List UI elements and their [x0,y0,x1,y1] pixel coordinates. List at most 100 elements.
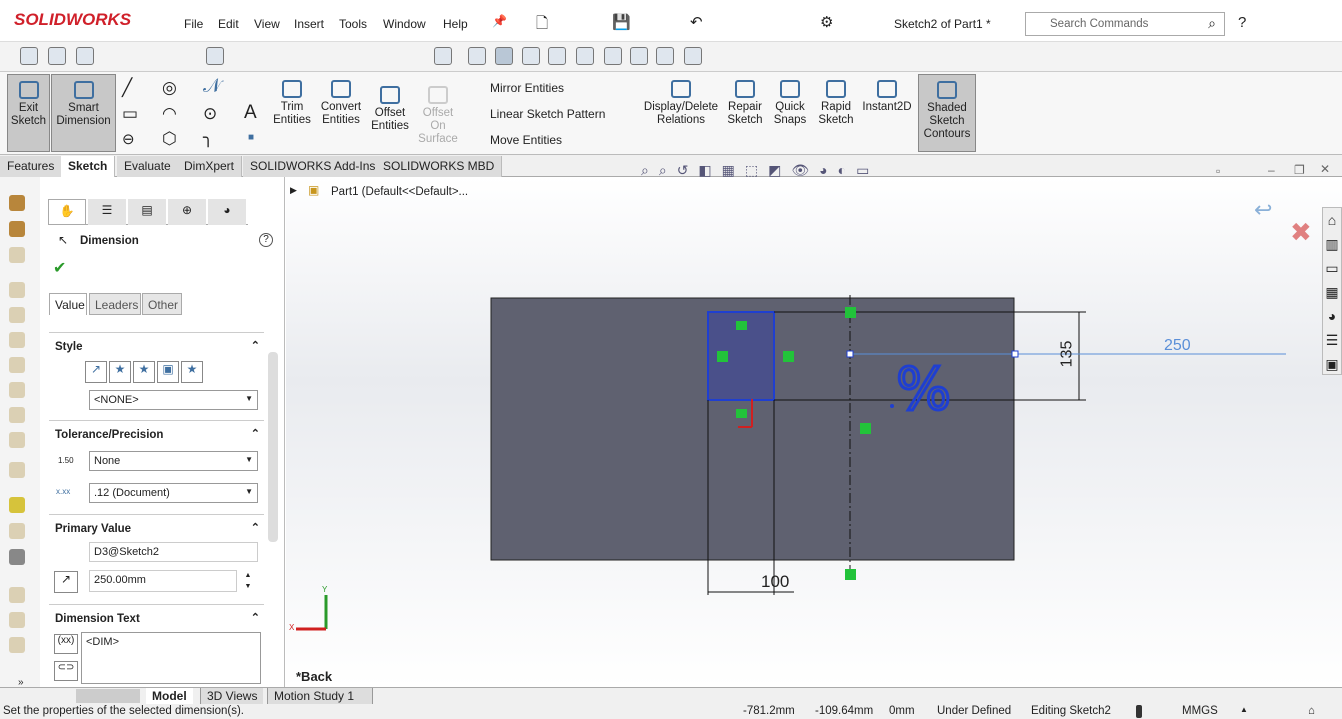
save-style-icon[interactable]: ▣ [157,361,179,383]
close-icon[interactable]: ✕ [1320,162,1330,176]
tab-3d-views[interactable]: 3D Views [200,688,264,704]
exit-sketch-button[interactable]: Exit Sketch [7,74,50,152]
tab-mbd[interactable]: SOLIDWORKS MBD [376,156,503,177]
inspection-dimension-icon[interactable]: ⊂⊃ [54,661,78,681]
draft-icon[interactable] [9,612,25,628]
dimension-value-input[interactable]: 250.00mm [89,570,237,592]
feature-tree-tab[interactable]: ☰ [88,199,126,225]
menu-insert[interactable]: Insert [294,17,324,31]
add-parentheses-icon[interactable]: (xx) [54,634,78,654]
primary-value-section-header[interactable]: Primary Value ⌃ [49,514,264,535]
offset-entities-button[interactable]: Offset Entities [369,84,411,133]
select-icon[interactable] [48,47,66,65]
panel-scrollbar[interactable] [268,352,278,542]
options-gear-icon[interactable]: ⚙ [820,13,833,31]
dimxpert-tab[interactable]: ⊕ [168,199,206,225]
boundary-icon[interactable] [9,357,25,373]
mirror-entities-button[interactable]: Mirror Entities [490,81,564,95]
shell-icon[interactable] [9,523,25,539]
menu-file[interactable]: File [184,17,203,31]
subtab-value[interactable]: Value [49,293,87,315]
configuration-tab[interactable]: ▤ [128,199,166,225]
zoom-icon[interactable] [20,47,38,65]
normal-to-icon[interactable] [434,47,452,65]
sketch-canvas[interactable]: % [286,177,1342,687]
trimetric-icon[interactable] [656,47,674,65]
arc-icon[interactable]: ◠ [162,104,177,124]
instant2d-button[interactable]: Instant2D [860,78,914,114]
tab-scroll-arrows[interactable] [76,689,140,703]
maximize-icon[interactable]: ❐ [1294,163,1305,177]
menu-view[interactable]: View [254,17,280,31]
tab-sketch[interactable]: Sketch [61,156,116,177]
delete-style-icon[interactable]: ★ [133,361,155,383]
ok-checkmark-icon[interactable]: ✔ [53,258,66,278]
collapse-icon[interactable]: ⌃ [251,339,260,352]
precision-dropdown[interactable]: .12 (Document) [89,483,258,503]
tolerance-type-dropdown[interactable]: None [89,451,258,471]
polygon-icon[interactable]: ⬡ [162,129,177,149]
search-input[interactable]: Search Commands [1050,18,1148,30]
tab-addins[interactable]: SOLIDWORKS Add-Ins [243,156,384,177]
magnet-icon[interactable] [9,195,25,211]
help-icon[interactable]: ? [259,233,273,247]
pattern-icon[interactable] [9,497,25,513]
property-manager-tab[interactable]: ✋ [48,199,86,225]
tab-motion-study[interactable]: Motion Study 1 [267,688,373,704]
linear-sketch-pattern-button[interactable]: Linear Sketch Pattern [490,107,605,121]
minimize-icon[interactable]: – [1268,163,1275,177]
display-manager-tab[interactable]: ◕ [208,199,246,225]
help-icon[interactable]: ? [1238,14,1246,31]
sweep-icon[interactable] [9,307,25,323]
value-spinner[interactable]: ▲ ▼ [240,570,256,592]
slot-icon[interactable]: ⊖ [122,130,135,148]
appearance-icon[interactable] [76,47,94,65]
undo-icon[interactable]: ↶ [690,13,703,31]
window-restore-icon[interactable]: ▫ [1216,164,1220,178]
top-view-icon[interactable] [576,47,594,65]
trim-entities-button[interactable]: Trim Entities [272,78,312,127]
menu-help[interactable]: Help [443,17,468,31]
add-style-icon[interactable]: ★ [109,361,131,383]
extrude-icon[interactable] [9,247,25,263]
style-section-header[interactable]: Style ⌃ [49,332,264,353]
menu-window[interactable]: Window [383,17,426,31]
apply-style-icon[interactable]: ↗ [85,361,107,383]
bottom-view-icon[interactable] [604,47,622,65]
front-view-icon[interactable] [468,47,486,65]
collapse-icon[interactable]: ⌃ [251,427,260,440]
left-view-icon[interactable] [522,47,540,65]
fillet-feature-icon[interactable] [9,407,25,423]
tab-dimxpert[interactable]: DimXpert [177,156,243,177]
search-commands[interactable]: Search Commands ⌕ [1025,12,1225,36]
wrap-icon[interactable] [9,637,25,653]
ellipse-icon[interactable]: ⊙ [203,104,217,124]
loft-icon[interactable] [9,332,25,348]
line-icon[interactable]: ╱ [122,78,132,98]
units-selector[interactable]: MMGS [1182,705,1218,717]
tolerance-section-header[interactable]: Tolerance/Precision ⌃ [49,420,264,441]
load-style-icon[interactable]: ★ [181,361,203,383]
subtab-other[interactable]: Other [142,293,182,315]
rectangle-icon[interactable]: ▭ [122,104,138,124]
dimension-100[interactable]: 100 [761,572,789,592]
shaded-sketch-contours-button[interactable]: Shaded Sketch Contours [918,74,976,152]
feature-icon[interactable] [9,221,25,237]
grid-icon[interactable] [9,549,25,565]
tab-model[interactable]: Model [146,688,193,704]
rapid-sketch-button[interactable]: Rapid Sketch [815,78,857,127]
menu-tools[interactable]: Tools [339,17,367,31]
dimetric-icon[interactable] [684,47,702,65]
convert-entities-button[interactable]: Convert Entities [318,78,364,127]
new-icon[interactable]: 🗋 [536,13,548,38]
override-value-icon[interactable]: ↗ [54,571,78,593]
collapse-icon[interactable]: ⌃ [251,611,260,624]
hole-icon[interactable] [9,462,25,478]
save-icon[interactable]: 💾 [612,13,631,31]
tag-icon[interactable]: ⌂ [1308,705,1315,717]
quick-snaps-button[interactable]: Quick Snaps [770,78,810,127]
smart-dimension-button[interactable]: Smart Dimension [51,74,116,152]
dimension-250[interactable]: 250 [1164,337,1191,355]
repair-sketch-button[interactable]: Repair Sketch [724,78,766,127]
dimension-135[interactable]: 135 [1058,341,1076,368]
